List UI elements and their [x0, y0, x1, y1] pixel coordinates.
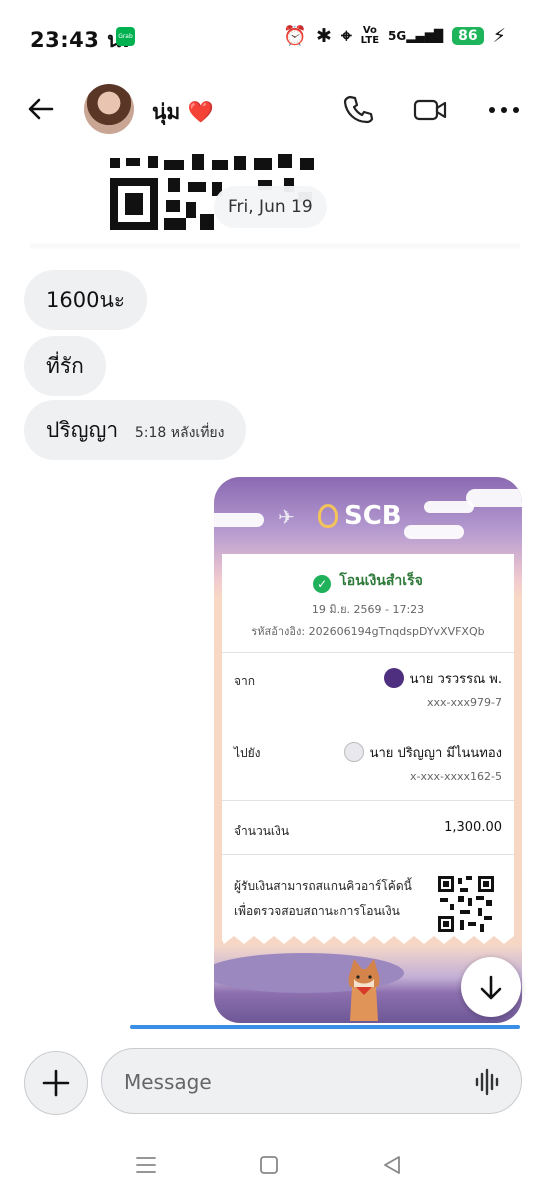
recent-apps-icon[interactable]: [134, 1153, 158, 1177]
scb-logo: SCB: [318, 501, 402, 531]
reference-label: รหัสอ้างอิง:: [251, 625, 306, 638]
phone-icon[interactable]: [340, 92, 376, 128]
transfer-status: ✓ โอนเงินสำเร็จ: [222, 570, 514, 593]
location-icon: ⌖: [340, 24, 352, 47]
scb-logo-text: SCB: [344, 501, 402, 531]
amount-value: 1,300.00: [444, 820, 502, 835]
message-text: 1600นะ: [46, 288, 126, 312]
to-name: นาย ปริญญา มีไนนทอง: [343, 742, 502, 763]
contact-name-text: นุ่ม: [152, 100, 181, 124]
battery-icon: 86: [452, 26, 484, 45]
back-nav-icon[interactable]: [380, 1153, 404, 1177]
from-account: xxx-xxx979-7: [427, 696, 502, 709]
divider: [222, 854, 514, 855]
battery-level: 86: [458, 27, 478, 44]
scb-logo-mark-icon: [318, 504, 338, 528]
from-name: นาย วรวรรณ พ.: [383, 668, 502, 689]
transfer-datetime: 19 มิ.ย. 2569 - 17:23: [311, 603, 425, 616]
message-input[interactable]: [124, 1067, 444, 1097]
receipt-zigzag-edge: [222, 932, 514, 944]
back-arrow-icon[interactable]: [26, 94, 56, 130]
more-dots-icon[interactable]: [486, 92, 522, 128]
bluetooth-icon: ✱: [316, 24, 332, 47]
grab-app-icon: Grab: [116, 27, 135, 46]
transfer-receipt-image[interactable]: ✈ SCB ✓ โอนเงินสำเร็จ 19 มิ.ย. 2569 - 17:…: [214, 477, 522, 1023]
incoming-message[interactable]: 1600นะ: [24, 270, 148, 330]
signal-label: 5G: [388, 28, 407, 43]
incoming-message[interactable]: ปริญญา 5:18 หลังเที่ยง: [24, 400, 247, 460]
reference-value: 202606194gTnqdspDYvXVFXQb: [308, 625, 485, 638]
divider: [222, 800, 514, 801]
scb-bank-icon: [383, 668, 404, 688]
image-bottom-edge: [30, 242, 520, 250]
cloud-decoration: [466, 489, 522, 507]
status-bar: 23:43 น. Grab ⏰ ✱ ⌖ Vo LTE 5G▂▄▆█ 86 ⚡: [0, 0, 546, 72]
alarm-icon: ⏰: [283, 25, 308, 47]
amount-label: จำนวนเงิน: [234, 824, 290, 838]
arrow-down-icon: [480, 975, 502, 1000]
volte-icon: Vo LTE: [360, 25, 380, 46]
cloud-decoration: [214, 513, 264, 527]
reference-line: รหัสอ้างอิง: 202606194gTnqdspDYvXVFXQb: [222, 622, 514, 640]
verification-qr-code: [438, 876, 494, 932]
cloud-decoration: [404, 525, 464, 539]
status-icons: ⏰ ✱ ⌖ Vo LTE 5G▂▄▆█ 86 ⚡: [283, 24, 506, 48]
note-line-1: ผู้รับเงินสามารถสแกนคิวอาร์โค้ดนี้: [234, 879, 412, 893]
incoming-message[interactable]: ที่รัก: [24, 336, 106, 396]
home-icon[interactable]: [257, 1153, 281, 1177]
success-check-icon: ✓: [313, 575, 332, 593]
charging-icon: ⚡: [492, 24, 506, 47]
heart-emoji: ❤️: [187, 100, 214, 124]
message-text: ที่รัก: [46, 354, 84, 378]
transfer-status-text: โอนเงินสำเร็จ: [339, 573, 423, 589]
message-text: ปริญญา: [46, 418, 119, 442]
receipt-slip: ✓ โอนเงินสำเร็จ 19 มิ.ย. 2569 - 17:23 รหั…: [222, 554, 514, 934]
shiba-dog-mascot: [348, 959, 380, 1021]
to-account: x-xxx-xxxx162-5: [410, 770, 502, 783]
add-attachment-button[interactable]: [24, 1051, 88, 1115]
contact-avatar[interactable]: [84, 84, 134, 134]
chat-header: นุ่ม ❤️: [0, 72, 546, 148]
cloud-decoration: [424, 501, 474, 513]
bird-icon: ✈: [278, 505, 295, 529]
note-line-2: เพื่อตรวจสอบสถานะการโอนเงิน: [234, 904, 400, 918]
divider: [222, 652, 514, 653]
message-composer[interactable]: [101, 1048, 522, 1114]
contact-name[interactable]: นุ่ม ❤️: [152, 96, 214, 129]
system-nav-bar: [0, 1145, 546, 1185]
voice-waveform-icon[interactable]: [475, 1068, 501, 1096]
message-timestamp: 5:18 หลังเที่ยง: [134, 425, 225, 441]
plus-icon: [42, 1069, 70, 1097]
from-name-text: นาย วรวรรณ พ.: [409, 672, 502, 687]
next-message-edge: [130, 1025, 520, 1029]
verification-note: ผู้รับเงินสามารถสแกนคิวอาร์โค้ดนี้ เพื่อ…: [234, 874, 424, 924]
to-name-text: นาย ปริญญา มีไนนทอง: [369, 746, 502, 761]
from-label: จาก: [234, 674, 256, 688]
date-separator: Fri, Jun 19: [214, 186, 327, 228]
volte-label-2: LTE: [360, 34, 380, 46]
scroll-to-bottom-button[interactable]: [461, 957, 521, 1017]
video-camera-icon[interactable]: [412, 92, 448, 128]
to-label: ไปยัง: [234, 746, 261, 760]
signal-icon: 5G▂▄▆█: [388, 28, 444, 43]
promptpay-icon: [343, 742, 364, 762]
